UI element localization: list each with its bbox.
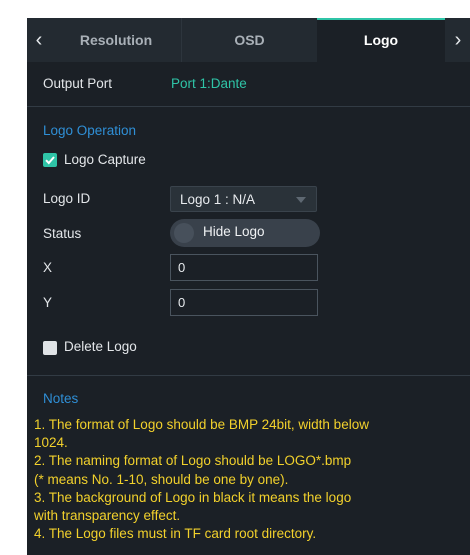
- notes-line: 1. The format of Logo should be BMP 24bi…: [34, 417, 369, 432]
- output-port-value: Port 1:Dante: [171, 76, 247, 91]
- notes-line: 1024.: [34, 435, 68, 451]
- chevron-down-icon: [296, 197, 306, 203]
- notes-title: Notes: [43, 391, 79, 406]
- delete-logo-checkbox[interactable]: [43, 341, 57, 355]
- logo-operation-title: Logo Operation: [43, 123, 137, 138]
- delete-logo-label: Delete Logo: [64, 339, 137, 354]
- divider: [27, 106, 470, 107]
- divider: [27, 375, 470, 376]
- notes-line: 2. The naming format of Logo should be L…: [34, 453, 352, 469]
- status-toggle-label: Hide Logo: [203, 224, 265, 239]
- notes-line: 3. The background of Logo in black it me…: [34, 489, 352, 505]
- logo-id-label: Logo ID: [43, 191, 91, 206]
- y-field[interactable]: [170, 289, 318, 316]
- x-label: X: [43, 260, 53, 275]
- tab-resolution[interactable]: Resolution: [51, 18, 181, 62]
- logo-settings-panel: ‹ Resolution OSD Logo › Output Port Port…: [27, 18, 470, 555]
- x-field[interactable]: [170, 254, 318, 281]
- notes-line: with transparency effect.: [34, 508, 181, 524]
- tab-scroll-left-icon[interactable]: ‹: [27, 18, 51, 62]
- y-input[interactable]: [171, 290, 317, 315]
- logo-id-value: Logo 1 : N/A: [180, 192, 256, 207]
- notes-line: (* means No. 1-10, should be one by one)…: [34, 471, 289, 487]
- tab-scroll-right-icon[interactable]: ›: [446, 18, 470, 62]
- tab-logo[interactable]: Logo: [317, 18, 445, 62]
- status-label: Status: [43, 226, 82, 241]
- notes-line: 4. The Logo files must in TF card root d…: [34, 526, 317, 542]
- output-port-label: Output Port: [43, 76, 113, 91]
- x-input[interactable]: [171, 255, 317, 280]
- logo-id-select[interactable]: Logo 1 : N/A: [170, 186, 317, 212]
- notes-list: 1. The format of Logo should be BMP 24bi…: [34, 416, 466, 543]
- tab-bar: ‹ Resolution OSD Logo ›: [27, 18, 470, 62]
- checkmark-icon: [45, 156, 55, 165]
- y-label: Y: [43, 295, 53, 310]
- logo-capture-label: Logo Capture: [64, 152, 146, 167]
- toggle-knob: [174, 223, 194, 243]
- tab-osd[interactable]: OSD: [182, 18, 317, 62]
- status-toggle[interactable]: Hide Logo: [170, 219, 320, 247]
- logo-capture-checkbox[interactable]: [43, 153, 57, 167]
